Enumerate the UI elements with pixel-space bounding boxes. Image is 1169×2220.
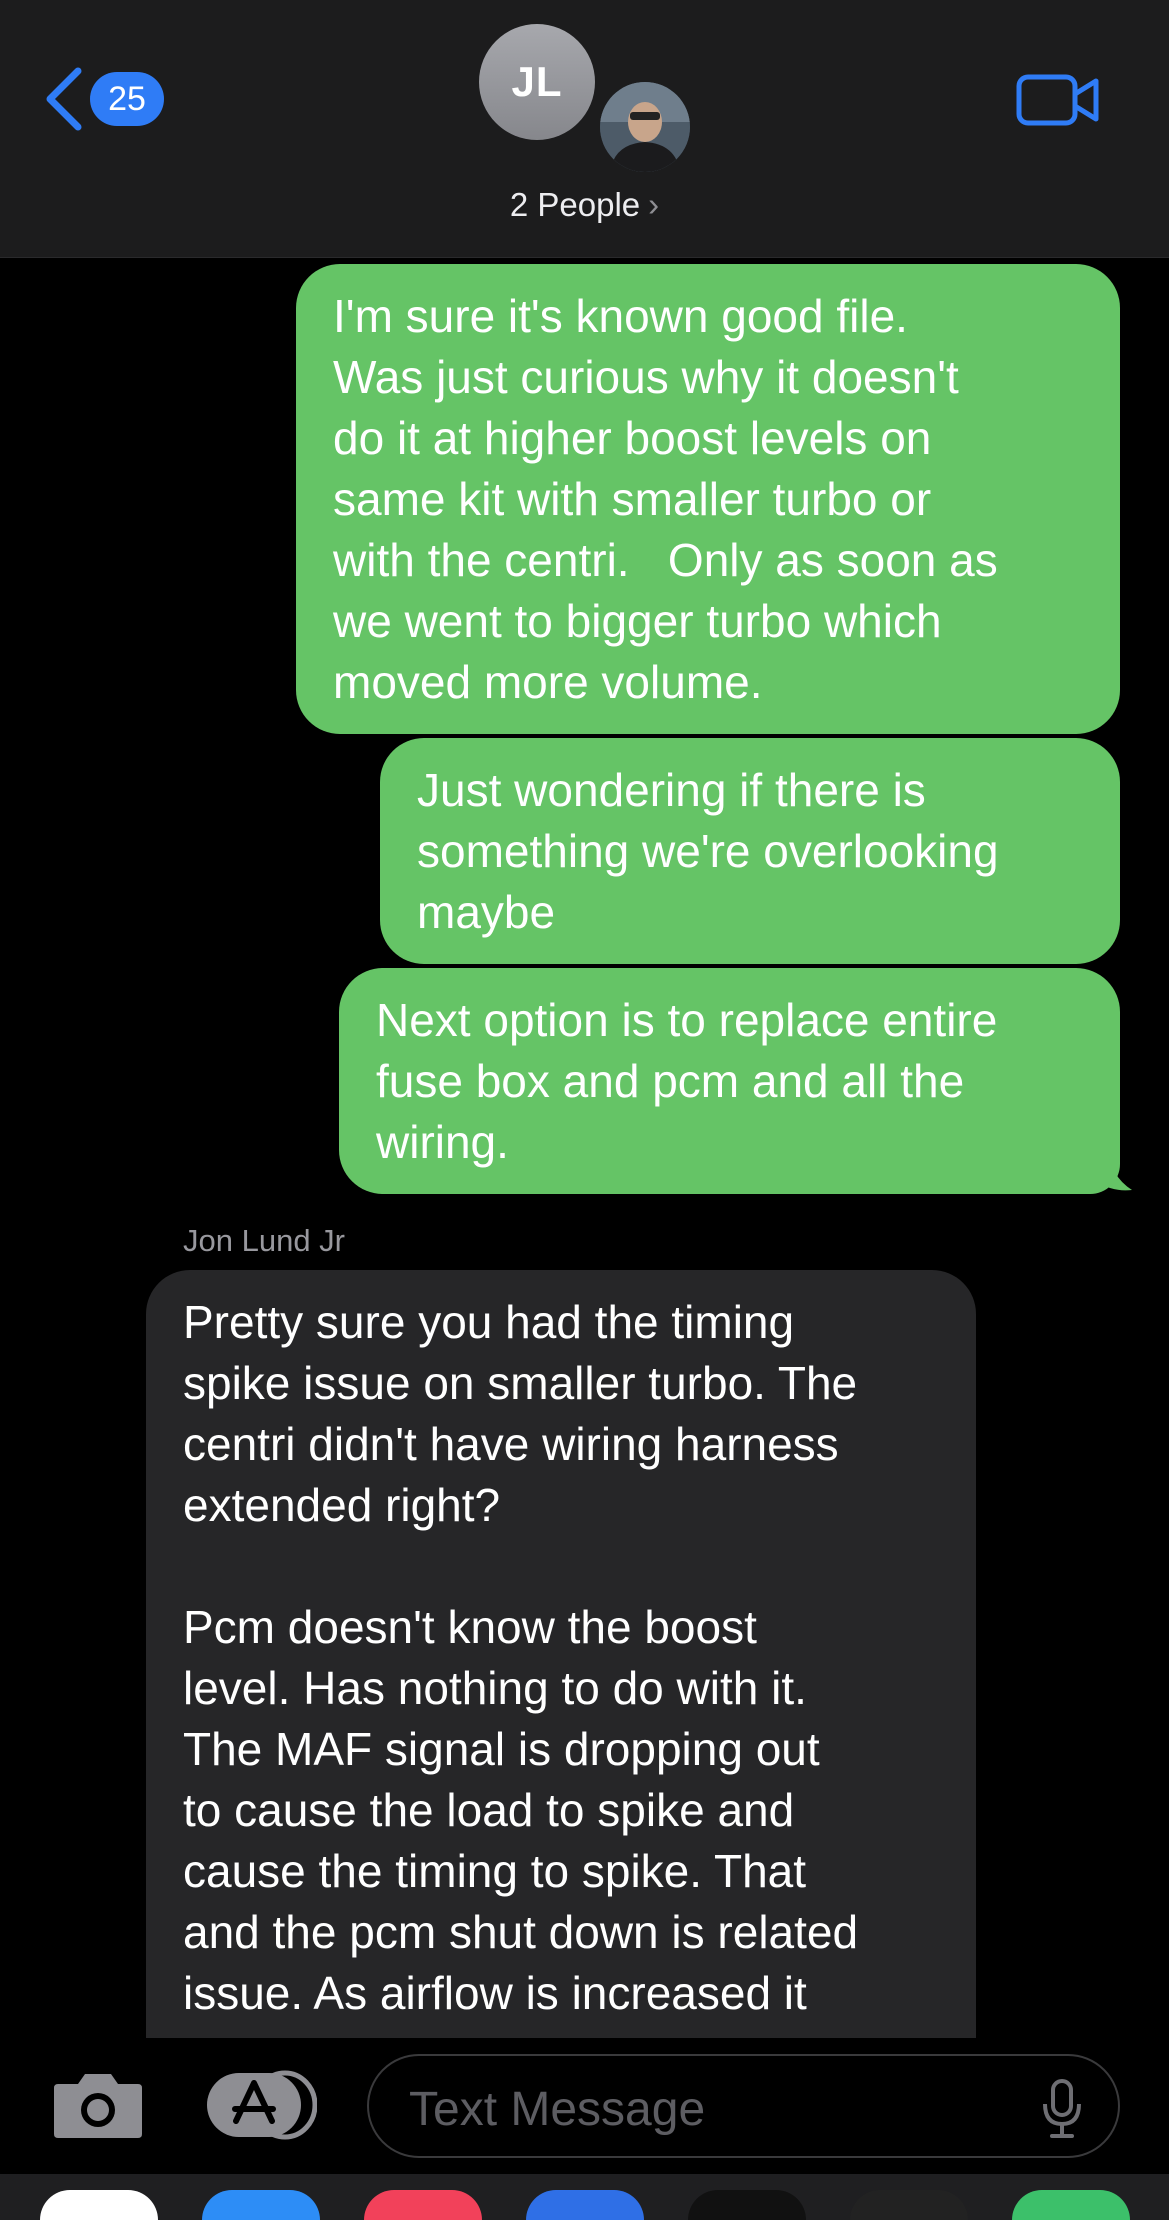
sent-message-bubble[interactable]: Next option is to replace entire fuse bo… [339,968,1120,1194]
dictation-button[interactable] [1040,2078,1084,2145]
memoji-app-icon[interactable] [202,2190,320,2220]
avatar[interactable]: JL [479,24,595,140]
sent-message-bubble[interactable]: Just wondering if there is something we'… [380,738,1120,964]
app-icon[interactable] [688,2190,806,2220]
person-photo-icon [600,82,690,172]
digital-touch-app-icon[interactable] [364,2190,482,2220]
app-icon[interactable] [1012,2190,1130,2220]
sender-name: Jon Lund Jr [183,1223,345,1258]
app-drawer[interactable] [0,2174,1169,2220]
chevron-left-icon [46,67,82,131]
app-store-icon [207,2070,318,2140]
video-camera-icon [1016,74,1099,126]
camera-icon [54,2074,142,2138]
microphone-icon [1043,2079,1081,2138]
sent-message-bubble[interactable]: I'm sure it's known good file. Was just … [296,264,1120,734]
camera-button[interactable] [52,2070,144,2145]
audio-app-icon[interactable] [526,2190,644,2220]
activity-app-icon[interactable] [850,2190,968,2220]
message-input-placeholder: Text Message [409,2083,706,2136]
received-message-bubble[interactable]: Pretty sure you had the timing spike iss… [146,1270,976,2038]
avatar-photo[interactable] [600,82,690,172]
bubble-tail-icon [1098,1148,1132,1191]
message-composer: Text Message [0,2038,1169,2174]
unread-count-badge: 25 [90,72,164,126]
app-store-button[interactable] [207,2069,318,2141]
conversation-header: 25 JL 2 People › [0,0,1169,258]
group-details-button[interactable]: 2 People › [0,186,1169,224]
back-button[interactable]: 25 [44,64,164,134]
people-label: 2 People [509,186,641,223]
chevron-right-icon: › [648,186,660,223]
message-input[interactable]: Text Message [367,2054,1120,2158]
video-call-button[interactable] [1016,74,1100,131]
photos-app-icon[interactable] [40,2190,158,2220]
message-thread[interactable]: I'm sure it's known good file. Was just … [0,258,1169,2038]
